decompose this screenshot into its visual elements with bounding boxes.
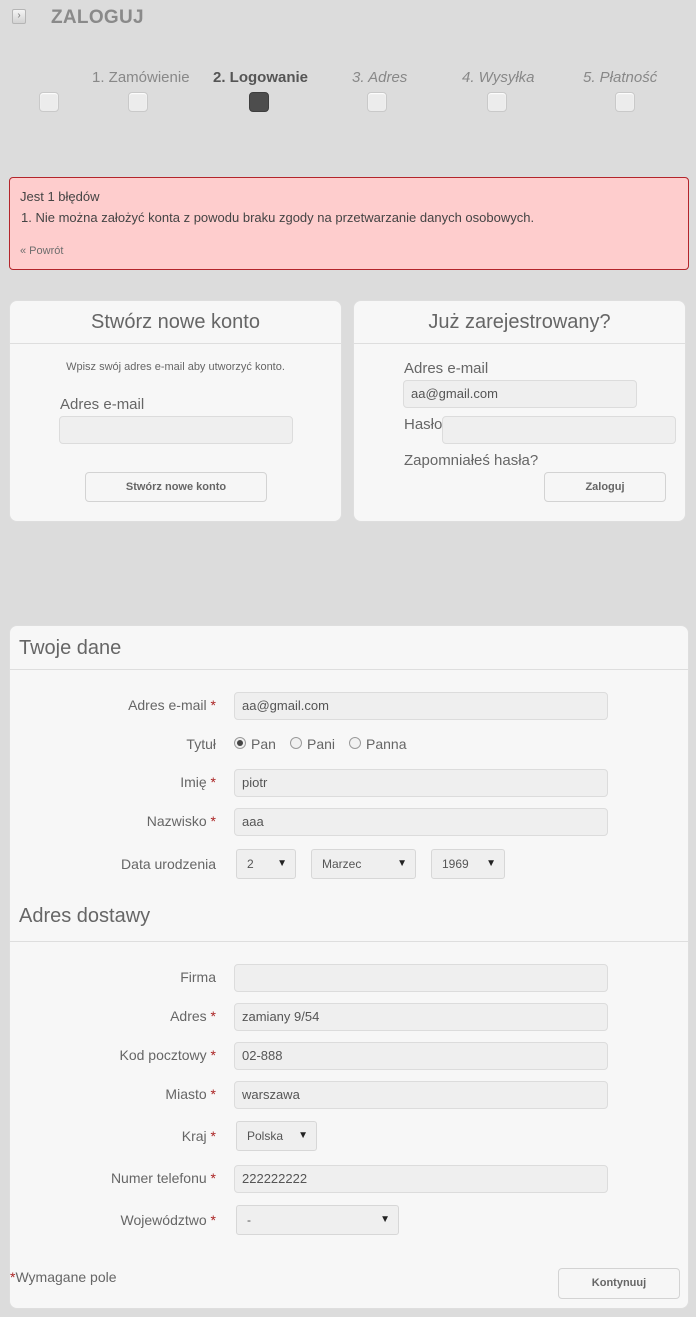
step-label-login: 2. Logowanie (213, 69, 309, 86)
step-indicator-address (367, 92, 387, 112)
forgot-password-link[interactable]: Zapomniałeś hasła? (404, 452, 538, 469)
error-title: Jest 1 błędów (20, 189, 100, 204)
address-label: Adres * (170, 1008, 216, 1024)
email-input[interactable]: aa@gmail.com (234, 692, 608, 720)
company-label: Firma (180, 969, 216, 985)
create-account-panel: Stwórz nowe konto Wpisz swój adres e-mai… (9, 300, 342, 522)
chevron-down-icon: ▼ (298, 1130, 308, 1141)
step-indicator-login (249, 92, 269, 112)
step-label-address: 3. Adres (352, 69, 408, 86)
chevron-down-icon: ▼ (397, 858, 407, 869)
country-label: Kraj * (181, 1128, 216, 1144)
chevron-right-icon: › (17, 10, 21, 21)
birthdate-label: Data urodzenia (121, 856, 216, 872)
divider (10, 343, 341, 344)
firstname-input[interactable]: piotr (234, 769, 608, 797)
registration-form-panel: Twoje dane Adres e-mail * aa@gmail.com T… (9, 625, 689, 1309)
create-email-input[interactable] (59, 416, 293, 444)
state-label: Województwo * (120, 1212, 216, 1228)
error-message-box: Jest 1 błędów 1. Nie można założyć konta… (9, 177, 689, 270)
lastname-label: Nazwisko * (146, 813, 216, 829)
chevron-down-icon: ▼ (277, 858, 287, 869)
birth-year-select[interactable]: 1969 ▼ (431, 849, 505, 879)
step-indicator-start (39, 92, 59, 112)
address-section-title: Adres dostawy (19, 905, 151, 927)
personal-section-title: Twoje dane (19, 637, 122, 659)
title-label: Tytuł (186, 736, 216, 752)
country-select[interactable]: Polska ▼ (236, 1121, 317, 1151)
create-account-title: Stwórz nowe konto (91, 311, 260, 333)
create-email-label: Adres e-mail (60, 396, 145, 413)
title-option-pani: Pani (307, 736, 336, 752)
error-item: 1. Nie można założyć konta z powodu brak… (21, 210, 535, 225)
divider (10, 669, 688, 670)
create-account-button[interactable]: Stwórz nowe konto (85, 472, 267, 502)
step-label-order[interactable]: 1. Zamówienie (92, 69, 190, 86)
lastname-input[interactable]: aaa (234, 808, 608, 836)
phone-input[interactable]: 222222222 (234, 1165, 608, 1193)
login-email-label: Adres e-mail (404, 360, 489, 377)
login-email-input[interactable]: aa@gmail.com (403, 380, 637, 408)
company-input[interactable] (234, 964, 608, 992)
step-indicator-order (128, 92, 148, 112)
city-input[interactable]: warszawa (234, 1081, 608, 1109)
back-link[interactable]: « Powrót (20, 245, 63, 257)
title-option-panna: Panna (366, 736, 407, 752)
step-indicator-payment (615, 92, 635, 112)
title-option-pan: Pan (251, 736, 276, 752)
postcode-input[interactable]: 02-888 (234, 1042, 608, 1070)
city-label: Miasto * (165, 1086, 216, 1102)
step-indicator-shipping (487, 92, 507, 112)
birth-day-select[interactable]: 2 ▼ (236, 849, 296, 879)
required-note: *Wymagane pole (10, 1269, 117, 1285)
login-panel: Już zarejestrowany? Adres e-mail aa@gmai… (353, 300, 686, 522)
divider (354, 343, 685, 344)
login-password-label: Hasło (404, 416, 443, 433)
divider (10, 941, 688, 942)
create-account-hint: Wpisz swój adres e-mail aby utworzyć kon… (66, 361, 285, 373)
login-title: Już zarejestrowany? (428, 311, 611, 333)
step-label-shipping: 4. Wysyłka (462, 69, 535, 86)
postcode-label: Kod pocztowy * (119, 1047, 216, 1063)
title-radio-panna[interactable] (349, 737, 361, 749)
back-button[interactable]: › (12, 9, 26, 24)
continue-button[interactable]: Kontynuuj (558, 1268, 680, 1299)
email-label: Adres e-mail * (128, 697, 216, 713)
address-input[interactable]: zamiany 9/54 (234, 1003, 608, 1031)
chevron-down-icon: ▼ (380, 1214, 390, 1225)
chevron-down-icon: ▼ (486, 858, 496, 869)
phone-label: Numer telefonu * (110, 1170, 216, 1186)
page-title: ZALOGUJ (51, 7, 144, 28)
step-label-payment: 5. Płatność (583, 69, 658, 86)
login-button[interactable]: Zaloguj (544, 472, 666, 502)
firstname-label: Imię * (180, 774, 216, 790)
title-radio-pan[interactable] (234, 737, 246, 749)
title-radio-pani[interactable] (290, 737, 302, 749)
login-password-input[interactable] (442, 416, 676, 444)
birth-month-select[interactable]: Marzec ▼ (311, 849, 416, 879)
state-select[interactable]: - ▼ (236, 1205, 399, 1235)
